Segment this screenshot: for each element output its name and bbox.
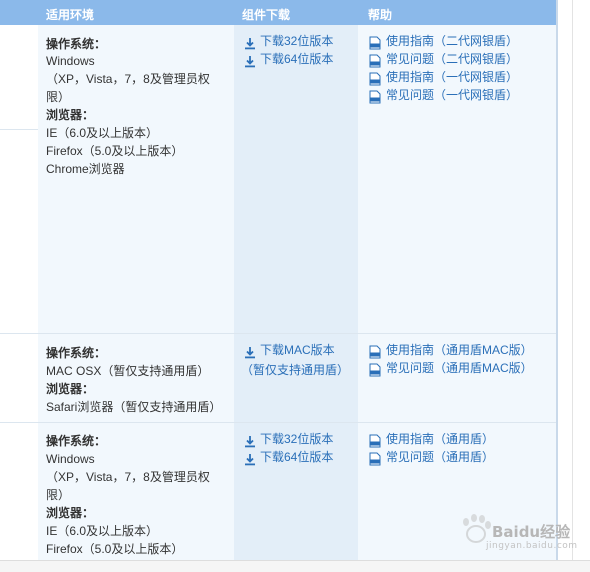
header-env: 适用环境 xyxy=(46,8,95,22)
table-header: 适用环境 组件下载 帮助 xyxy=(0,0,556,25)
download-mac-link[interactable]: 下载MAC版本 xyxy=(260,341,335,359)
browser-label: 浏览器： xyxy=(46,382,95,396)
help-link[interactable]: 使用指南（通用盾） xyxy=(386,430,494,448)
os-value: 限） xyxy=(46,488,71,502)
browser-label: 浏览器： xyxy=(46,506,95,520)
download-table: 适用环境 组件下载 帮助 操作系统： Windows （XP，Vista，7，8… xyxy=(0,0,556,560)
doc-icon xyxy=(369,90,381,104)
help-link[interactable]: 使用指南（二代网银盾） xyxy=(386,32,518,50)
bottom-status-bar xyxy=(0,560,590,572)
download-icon xyxy=(245,38,255,50)
table-right-border xyxy=(556,0,558,560)
row-divider xyxy=(0,422,556,423)
scrollbar-track[interactable] xyxy=(572,0,573,560)
browser-value: Firefox（5.0及以上版本） xyxy=(46,144,184,158)
browser-value: Chrome浏览器 xyxy=(46,162,125,176)
watermark-sub: jingyan.baidu.com xyxy=(486,541,578,551)
help-link[interactable]: 常见问题（通用盾MAC版） xyxy=(386,359,533,377)
download-64bit-link[interactable]: 下载64位版本 xyxy=(260,448,333,466)
os-value: Windows xyxy=(46,54,95,68)
doc-icon xyxy=(369,72,381,86)
os-value: （XP，Vista，7，8及管理员权 xyxy=(46,72,210,86)
help-link[interactable]: 常见问题（二代网银盾） xyxy=(386,50,518,68)
left-blank-column xyxy=(0,25,38,560)
watermark-text: Baidu经验 xyxy=(492,523,571,541)
browser-viewport: 适用环境 组件下载 帮助 操作系统： Windows （XP，Vista，7，8… xyxy=(0,0,590,572)
doc-icon xyxy=(369,54,381,68)
help-link[interactable]: 常见问题（一代网银盾） xyxy=(386,86,518,104)
doc-icon xyxy=(369,345,381,359)
browser-value: Firefox（5.0及以上版本） xyxy=(46,542,184,556)
os-value: Windows xyxy=(46,452,95,466)
os-value: 限） xyxy=(46,90,71,104)
download-icon xyxy=(245,454,255,466)
doc-icon xyxy=(369,452,381,466)
row-divider xyxy=(0,333,556,334)
download-icon xyxy=(245,436,255,448)
browser-label: 浏览器： xyxy=(46,108,95,122)
os-label: 操作系统： xyxy=(46,346,107,360)
browser-value: Safari浏览器（暂仅支持通用盾） xyxy=(46,400,222,414)
browser-value: IE（6.0及以上版本） xyxy=(46,126,159,140)
download-64bit-link[interactable]: 下载64位版本 xyxy=(260,50,333,68)
download-column-bg xyxy=(234,25,358,560)
os-value: （XP，Vista，7，8及管理员权 xyxy=(46,470,210,484)
browser-value: IE（6.0及以上版本） xyxy=(46,524,159,538)
header-download: 组件下载 xyxy=(242,8,291,22)
doc-icon xyxy=(369,36,381,50)
download-32bit-link[interactable]: 下载32位版本 xyxy=(260,430,333,448)
help-link[interactable]: 使用指南（一代网银盾） xyxy=(386,68,518,86)
doc-icon xyxy=(369,363,381,377)
doc-icon xyxy=(369,434,381,448)
download-note: （暂仅支持通用盾） xyxy=(241,363,350,377)
download-icon xyxy=(245,347,255,359)
os-label: 操作系统： xyxy=(46,37,107,51)
download-32bit-link[interactable]: 下载32位版本 xyxy=(260,32,333,50)
left-divider xyxy=(0,129,38,130)
download-icon xyxy=(245,56,255,68)
header-help: 帮助 xyxy=(368,8,393,22)
help-link[interactable]: 常见问题（通用盾） xyxy=(386,448,494,466)
os-value: MAC OSX（暂仅支持通用盾） xyxy=(46,364,210,378)
help-column-bg xyxy=(358,25,556,560)
help-link[interactable]: 使用指南（通用盾MAC版） xyxy=(386,341,533,359)
os-label: 操作系统： xyxy=(46,434,107,448)
